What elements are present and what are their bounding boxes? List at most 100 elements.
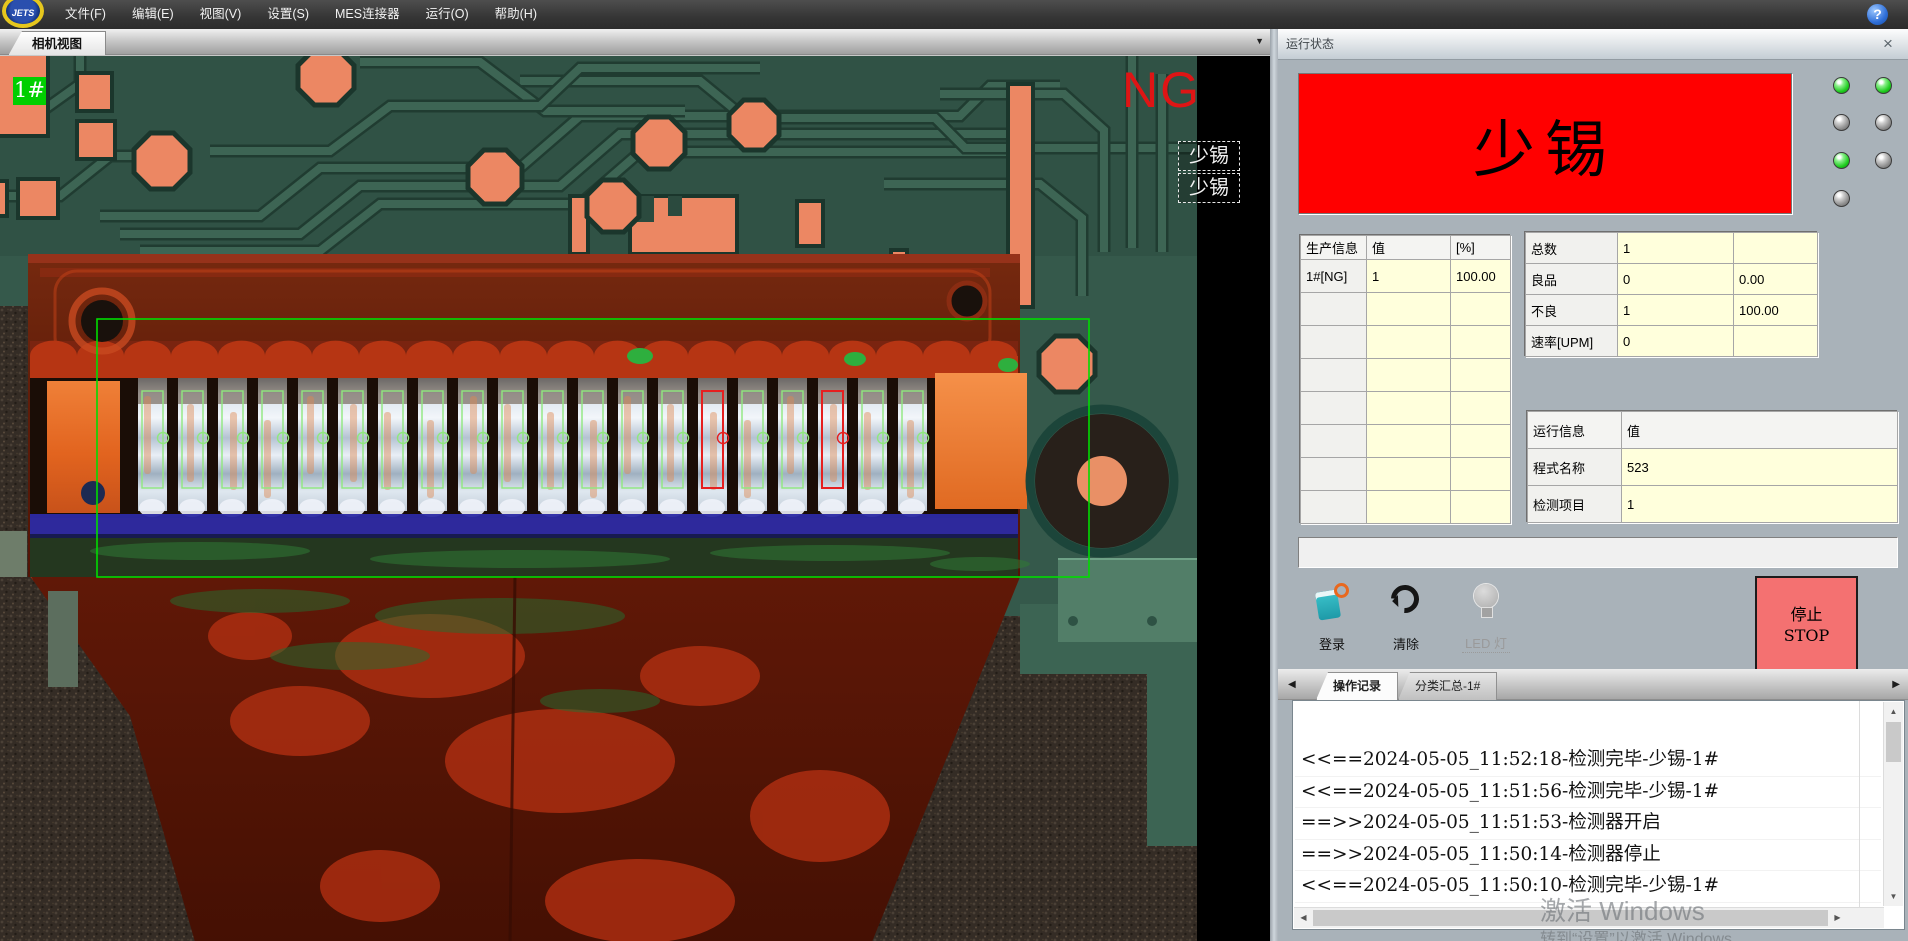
stats-table: 总数1良品00.00不良1100.00速率[UPM]0 xyxy=(1525,232,1818,357)
vscroll-thumb[interactable] xyxy=(1886,722,1901,762)
table-cell xyxy=(1367,293,1451,326)
table-cell: 良品 xyxy=(1526,264,1618,295)
stop-button[interactable]: 停止 STOP xyxy=(1755,576,1858,674)
status-light-off xyxy=(1875,114,1892,131)
table-cell xyxy=(1451,326,1511,359)
inspection-result-text: NG xyxy=(1122,61,1201,119)
status-light-on xyxy=(1875,77,1892,94)
menu-bar-items: 文件(F)编辑(E)视图(V)设置(S)MES连接器运行(O)帮助(H) xyxy=(52,0,550,29)
menu-item[interactable]: 运行(O) xyxy=(413,0,482,29)
log-tab-inactive[interactable]: 分类汇总-1# xyxy=(1398,672,1497,700)
led-button[interactable]: LED 灯 xyxy=(1454,581,1518,653)
table-cell xyxy=(1367,425,1451,458)
table-cell: 检测项目 xyxy=(1528,486,1622,523)
chevron-down-icon[interactable]: ▼ xyxy=(1255,36,1264,46)
connector-right-pad xyxy=(935,373,1027,509)
log-tab-active[interactable]: 操作记录 xyxy=(1316,672,1398,700)
stop-label-en: STOP xyxy=(1784,625,1830,646)
log-list: <<==2024-05-05_11:52:18-检测完毕-少锡-1#<<==20… xyxy=(1295,701,1881,907)
table-cell: 速率[UPM] xyxy=(1526,326,1618,357)
app-logo-icon: JETS xyxy=(2,0,44,28)
table-cell: 值 xyxy=(1622,412,1898,449)
stop-label-cn: 停止 xyxy=(1790,604,1822,625)
status-light-off xyxy=(1833,190,1850,207)
table-cell: 生产信息 xyxy=(1301,236,1367,260)
table-cell: 值 xyxy=(1367,236,1451,260)
menu-item[interactable]: 设置(S) xyxy=(254,0,322,29)
table-cell: 1#[NG] xyxy=(1301,260,1367,293)
menu-item[interactable]: 编辑(E) xyxy=(119,0,187,29)
scroll-down-icon[interactable]: ▼ xyxy=(1884,887,1903,906)
app-window: JETS 文件(F)编辑(E)视图(V)设置(S)MES连接器运行(O)帮助(H… xyxy=(0,0,1908,941)
login-button[interactable]: 登录 xyxy=(1300,581,1364,653)
menu-item[interactable]: 文件(F) xyxy=(52,0,119,29)
table-cell xyxy=(1451,392,1511,425)
table-cell: 运行信息 xyxy=(1528,412,1622,449)
help-icon[interactable]: ? xyxy=(1867,4,1888,25)
panel-splitter[interactable] xyxy=(1270,29,1278,941)
vertical-scrollbar[interactable]: ▲ ▼ xyxy=(1883,702,1903,906)
view-tab-bar: 相机视图 ▼ xyxy=(0,29,1278,55)
table-cell: 0.00 xyxy=(1734,264,1818,295)
lightbulb-icon xyxy=(1474,584,1498,608)
table-cell: 523 xyxy=(1622,449,1898,486)
table-cell xyxy=(1367,491,1451,524)
table-cell: 100.00 xyxy=(1451,260,1511,293)
table-cell xyxy=(1301,326,1367,359)
table-cell xyxy=(1367,326,1451,359)
table-cell xyxy=(1301,425,1367,458)
status-light-off xyxy=(1875,152,1892,169)
clear-button[interactable]: 清除 xyxy=(1374,581,1438,653)
table-cell xyxy=(1301,293,1367,326)
tab-scroll-left-icon[interactable]: ◀ xyxy=(1288,679,1296,690)
menu-item[interactable]: 视图(V) xyxy=(187,0,255,29)
station-label: 1# xyxy=(13,77,46,105)
log-entry[interactable]: <<==2024-05-05_11:51:56-检测完毕-少锡-1# xyxy=(1295,777,1881,809)
table-cell xyxy=(1734,233,1818,264)
defect-tag: 少锡 xyxy=(1178,173,1240,203)
log-entry[interactable]: ==>>2024-05-05_11:51:53-检测器开启 xyxy=(1295,808,1881,840)
defect-tag: 少锡 xyxy=(1178,141,1240,171)
clear-label: 清除 xyxy=(1374,634,1438,653)
log-entry[interactable]: ==>>2024-05-05_11:50:14-检测器停止 xyxy=(1295,840,1881,872)
status-panel: 运行状态 × 少锡 生产信息值[%]1#[NG]1100.00 总数1良品00.… xyxy=(1278,29,1908,941)
windows-watermark-line2: 转到“设置”以激活 Windows xyxy=(1540,925,1732,941)
status-light-on xyxy=(1833,77,1850,94)
pcb-image xyxy=(0,56,1270,941)
table-cell xyxy=(1451,491,1511,524)
table-cell: 1 xyxy=(1367,260,1451,293)
table-cell: 程式名称 xyxy=(1528,449,1622,486)
status-lights xyxy=(1833,77,1903,217)
tab-scroll-right-icon[interactable]: ▶ xyxy=(1892,679,1900,690)
table-cell xyxy=(1301,458,1367,491)
tab-camera-view[interactable]: 相机视图 xyxy=(8,31,106,56)
windows-watermark-line1: 激活 Windows xyxy=(1540,891,1705,928)
status-light-on xyxy=(1833,152,1850,169)
scroll-up-icon[interactable]: ▲ xyxy=(1884,702,1903,721)
menu-item[interactable]: MES连接器 xyxy=(322,0,413,29)
table-cell xyxy=(1301,359,1367,392)
table-cell xyxy=(1367,458,1451,491)
close-icon[interactable]: × xyxy=(1878,34,1898,54)
menu-item[interactable]: 帮助(H) xyxy=(482,0,550,29)
defect-result-display: 少锡 xyxy=(1298,73,1792,214)
run-info-table: 运行信息值程式名称523检测项目1 xyxy=(1527,411,1898,523)
scroll-right-icon[interactable]: ▶ xyxy=(1828,908,1847,927)
status-light-off xyxy=(1833,114,1850,131)
table-cell xyxy=(1301,392,1367,425)
production-table: 生产信息值[%] 1#[NG]1100.00 xyxy=(1300,235,1511,524)
message-box xyxy=(1298,537,1898,568)
refresh-arrow-icon xyxy=(1385,579,1425,619)
table-cell xyxy=(1451,425,1511,458)
scroll-left-icon[interactable]: ◀ xyxy=(1294,908,1313,927)
table-cell xyxy=(1451,293,1511,326)
defect-result-text: 少锡 xyxy=(1473,99,1617,189)
table-cell: 1 xyxy=(1618,295,1734,326)
table-cell xyxy=(1734,326,1818,357)
table-cell xyxy=(1367,359,1451,392)
table-cell: [%] xyxy=(1451,236,1511,260)
camera-view: 1# NG 少锡少锡 xyxy=(0,55,1270,941)
table-cell: 不良 xyxy=(1526,295,1618,326)
log-entry[interactable]: <<==2024-05-05_11:52:18-检测完毕-少锡-1# xyxy=(1295,745,1881,777)
table-cell: 0 xyxy=(1618,326,1734,357)
